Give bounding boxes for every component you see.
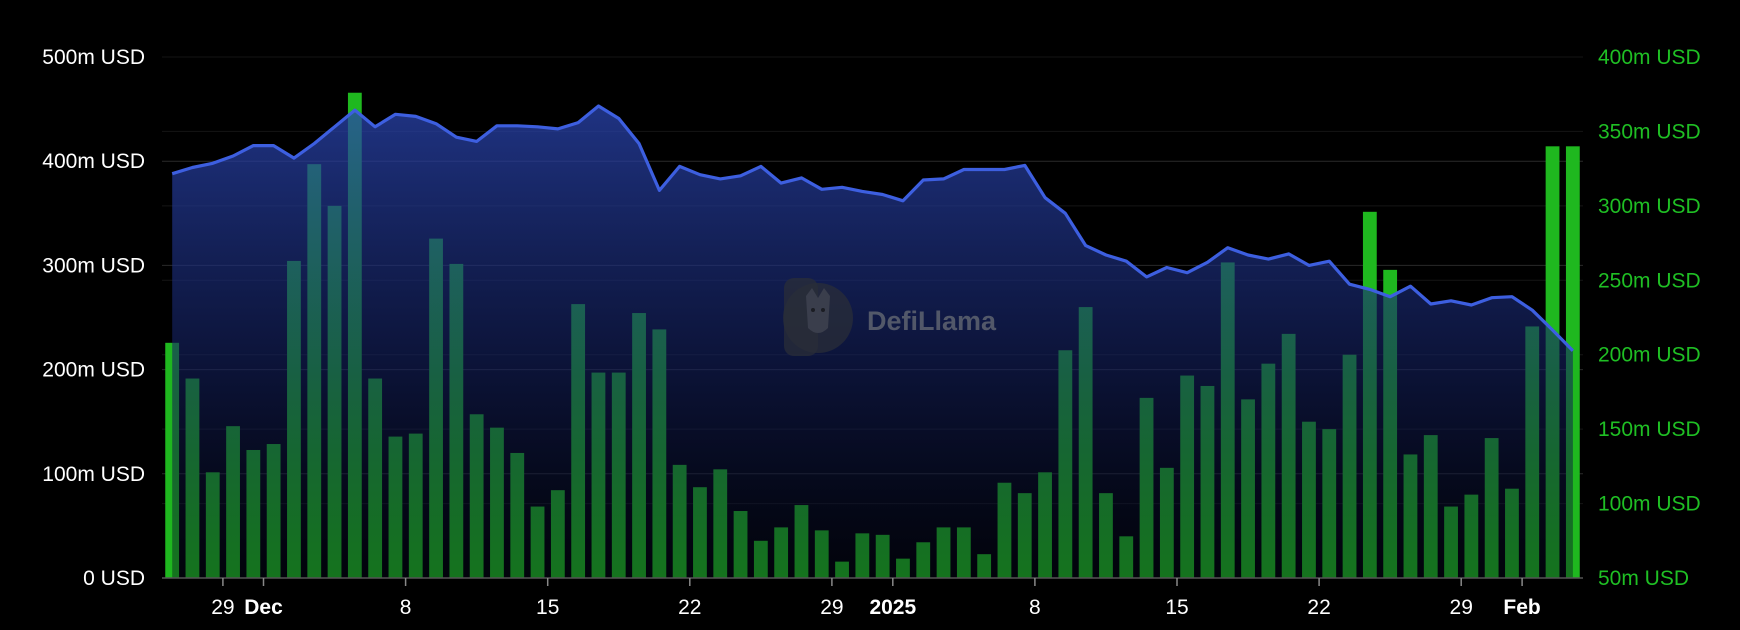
right-axis-tick-label: 50m USD xyxy=(1598,567,1689,590)
x-axis-tick-label: 22 xyxy=(1307,596,1330,619)
right-axis-tick-label: 150m USD xyxy=(1598,418,1701,441)
left-axis-tick-label: 100m USD xyxy=(42,463,145,486)
right-y-axis: 50m USD 100m USD 150m USD 200m USD 250m USD 3… xyxy=(1598,46,1701,590)
x-axis-tick-label: 29 xyxy=(1450,596,1473,619)
left-axis-tick-label: 500m USD xyxy=(42,46,145,69)
left-axis-tick-label: 400m USD xyxy=(42,150,145,173)
x-axis-tick-label: 15 xyxy=(1165,596,1188,619)
x-axis-tick-label: 22 xyxy=(678,596,701,619)
left-y-axis: 0 USD 100m USD 200m USD 300m USD 400m USD 500… xyxy=(42,46,145,590)
x-axis-tick-label: 15 xyxy=(536,596,559,619)
x-axis-tick-label: Dec xyxy=(244,596,283,619)
right-axis-tick-label: 350m USD xyxy=(1598,120,1701,143)
x-axis-tick-label: 29 xyxy=(820,596,843,619)
left-axis-tick-label: 300m USD xyxy=(42,254,145,277)
right-axis-tick-label: 300m USD xyxy=(1598,195,1701,218)
right-axis-tick-label: 100m USD xyxy=(1598,493,1701,516)
left-axis-tick-label: 200m USD xyxy=(42,359,145,382)
watermark-text: DefiLlama xyxy=(867,306,997,336)
right-axis-tick-label: 200m USD xyxy=(1598,344,1701,367)
x-axis-tick-label: Feb xyxy=(1503,596,1540,619)
left-axis-tick-label: 0 USD xyxy=(83,567,145,590)
x-axis-tick-label: 8 xyxy=(400,596,412,619)
chart: DefiLlama 0 USD 100m USD 200m USD 300m USD 4… xyxy=(42,46,1701,619)
x-axis-tick-label: 2025 xyxy=(869,596,916,619)
x-axis: 29 Dec 8 15 22 29 2025 8 15 22 29 Feb xyxy=(162,577,1583,619)
x-axis-tick-label: 8 xyxy=(1029,596,1041,619)
right-axis-tick-label: 250m USD xyxy=(1598,269,1701,292)
area-fill xyxy=(172,106,1573,578)
x-axis-tick-label: 29 xyxy=(211,596,234,619)
right-axis-tick-label: 400m USD xyxy=(1598,46,1701,69)
area-series xyxy=(171,104,1575,578)
